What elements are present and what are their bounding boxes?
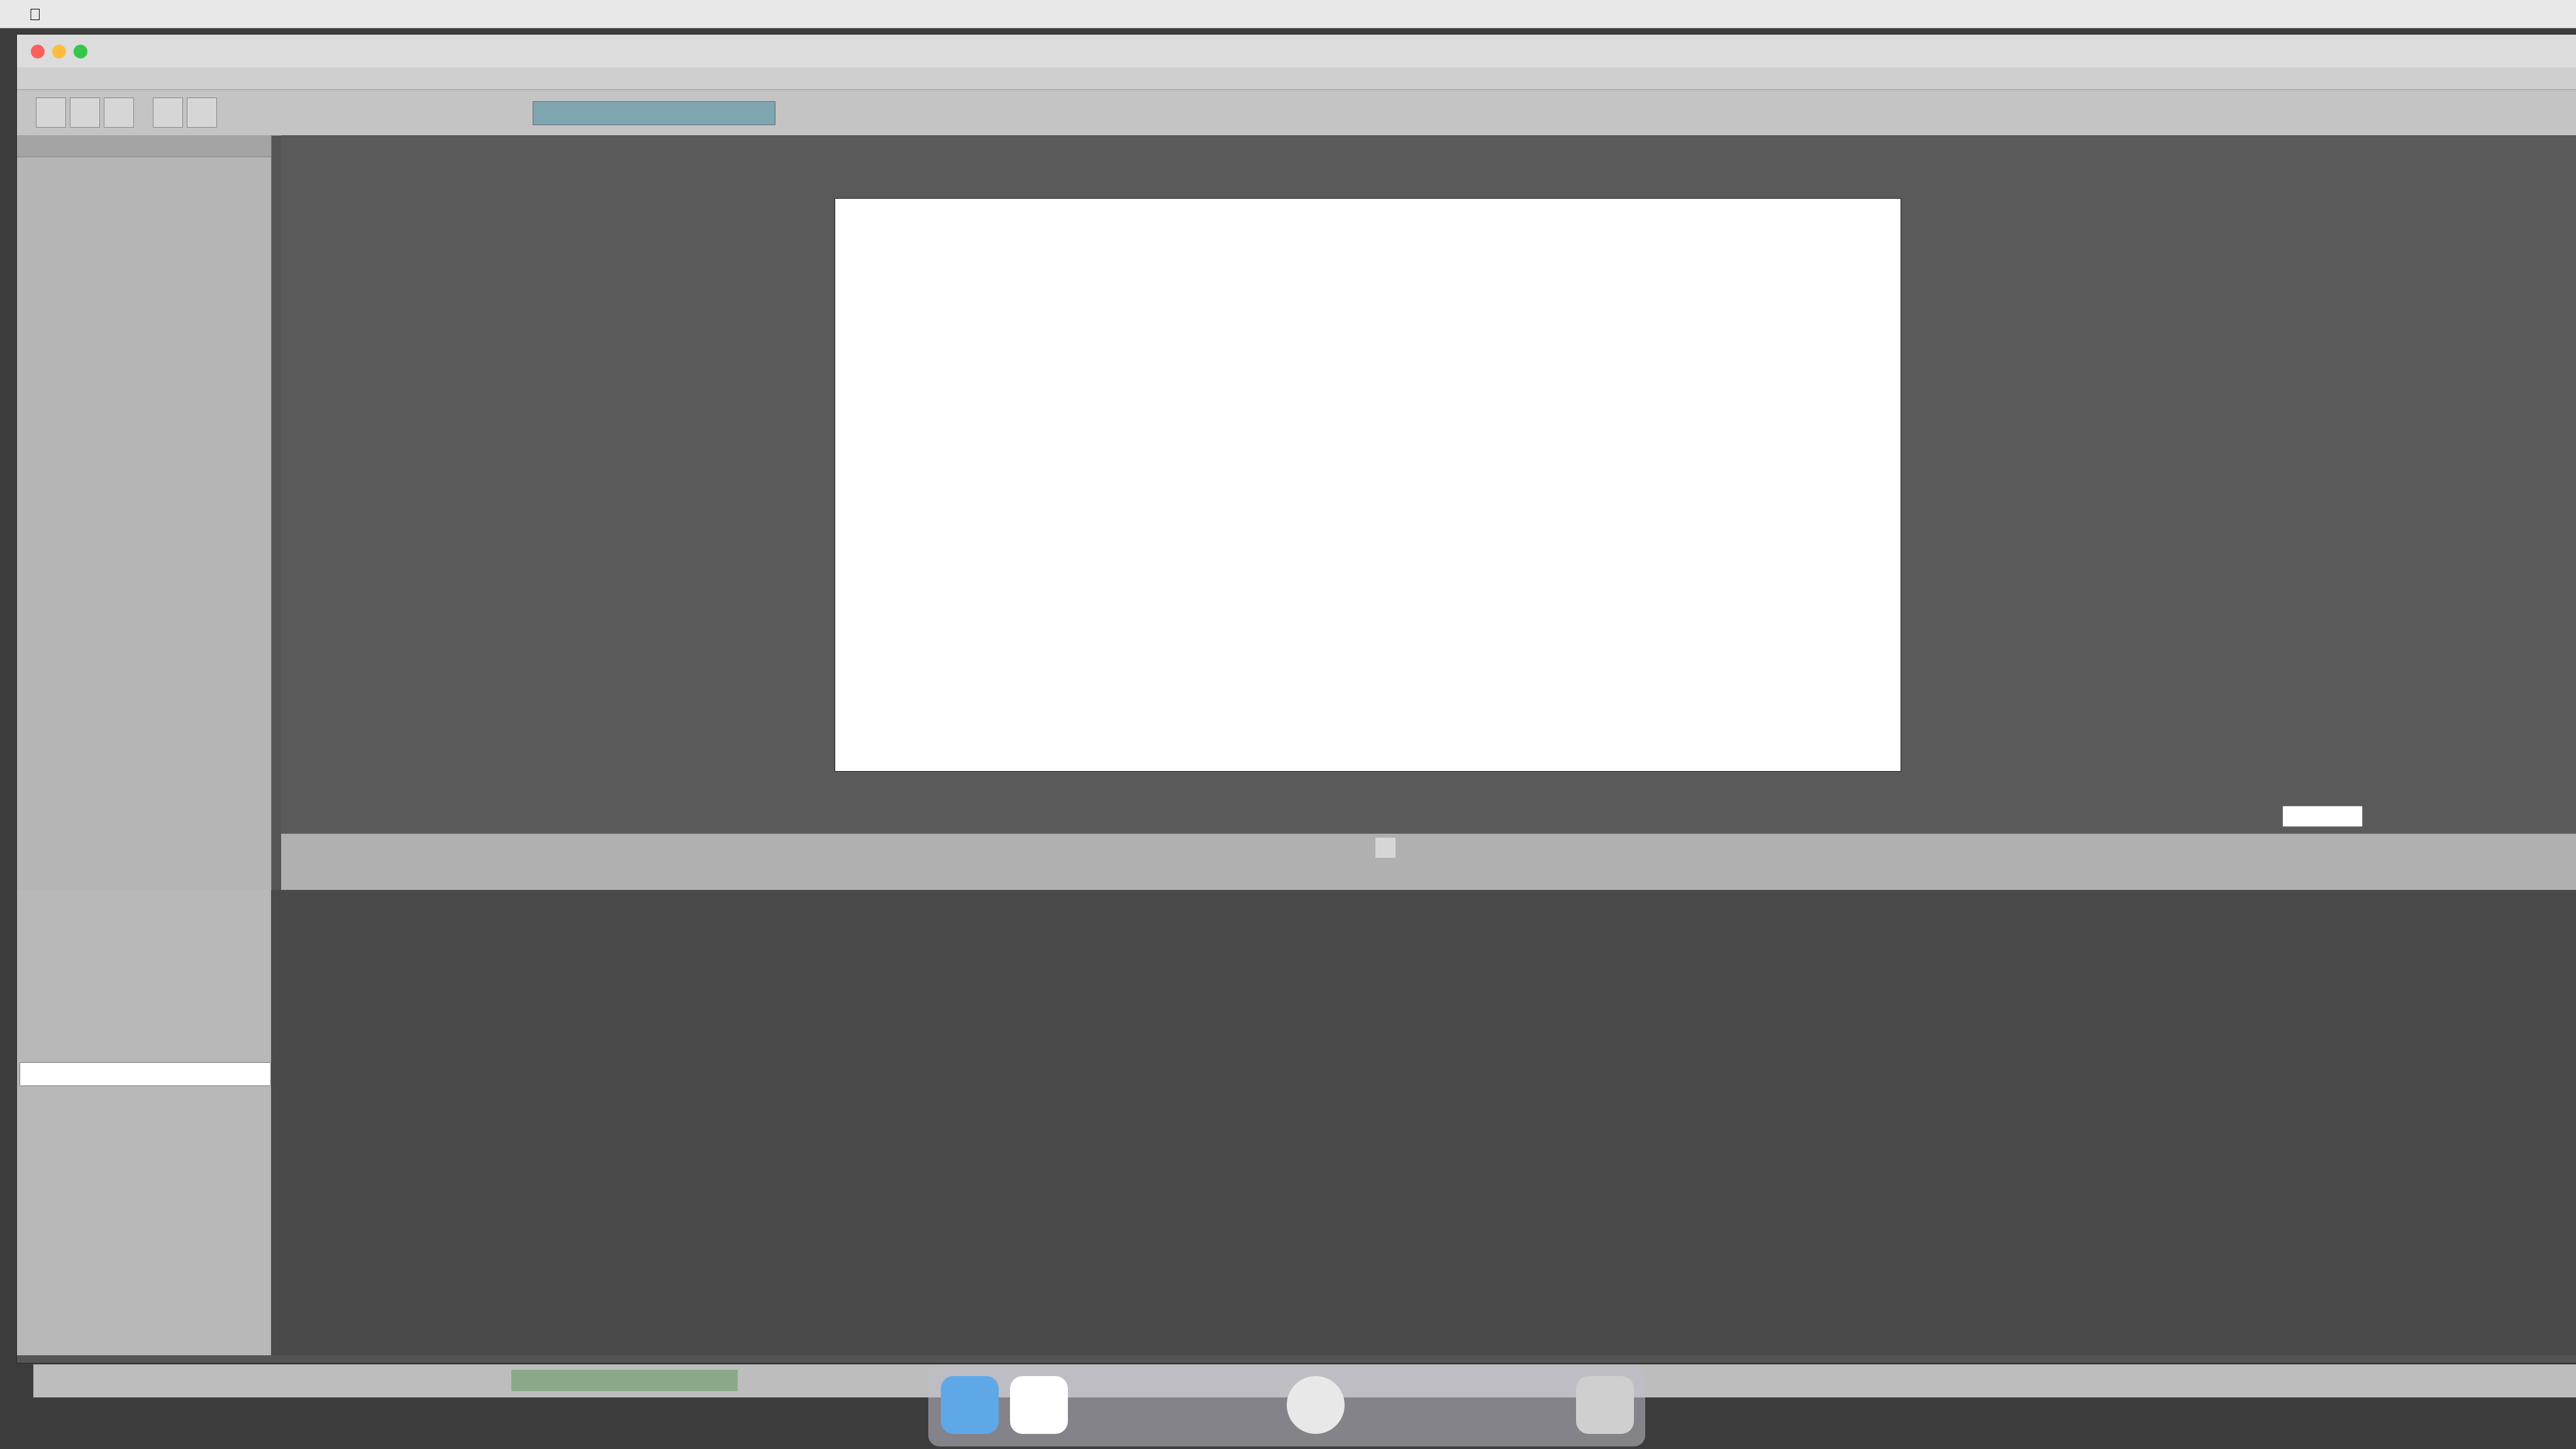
main-panel-header xyxy=(17,135,271,157)
project-properties-panel xyxy=(17,890,272,1355)
window-titlebar xyxy=(17,35,2576,68)
canvas-viewport[interactable] xyxy=(281,135,2576,833)
save-project-button[interactable] xyxy=(104,97,134,128)
macos-dock xyxy=(928,1365,1645,1446)
chrome-icon[interactable] xyxy=(1287,1376,1345,1434)
new-project-button[interactable] xyxy=(36,97,66,128)
os-menubar:  xyxy=(0,0,2576,28)
author-field[interactable] xyxy=(19,1062,271,1086)
open-project-button[interactable] xyxy=(70,97,100,128)
play-button[interactable] xyxy=(1375,838,1396,858)
app-menubar xyxy=(17,67,2576,90)
drawing-canvas[interactable] xyxy=(835,198,1901,772)
main-toolbar xyxy=(17,90,2576,136)
toolbar-search-input[interactable] xyxy=(533,101,775,125)
finder-icon[interactable] xyxy=(941,1376,999,1434)
close-button[interactable] xyxy=(31,45,45,58)
transport-bar xyxy=(281,833,2576,891)
minimize-button[interactable] xyxy=(52,45,66,58)
apple-icon[interactable]:  xyxy=(29,5,42,25)
project-clips-area[interactable] xyxy=(271,890,2576,1355)
undo-button[interactable] xyxy=(153,97,183,128)
left-panel xyxy=(17,135,272,890)
proxy-indicator[interactable] xyxy=(511,1370,738,1391)
zoom-button[interactable] xyxy=(74,45,87,58)
zoom-field[interactable] xyxy=(2282,806,2363,827)
redo-button[interactable] xyxy=(187,97,217,128)
trash-icon[interactable] xyxy=(1576,1376,1634,1434)
calendar-icon[interactable] xyxy=(1010,1376,1068,1434)
app-window xyxy=(16,34,2576,1397)
